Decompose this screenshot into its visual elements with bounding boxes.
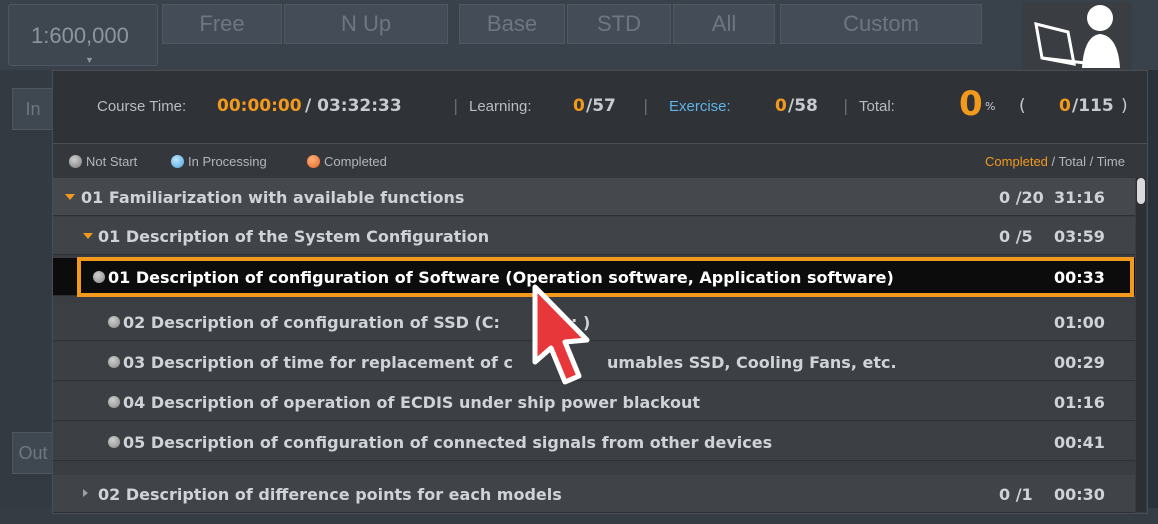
total-done: 0 xyxy=(1059,96,1071,116)
pointer-cursor-icon xyxy=(532,284,590,385)
total-percent: 0 xyxy=(959,84,983,124)
exercise-label: Exercise: xyxy=(669,98,731,115)
exercise-done: 0 xyxy=(775,96,787,116)
std-label: STD xyxy=(597,11,641,36)
subsection-title: 01 Description of the System Configurati… xyxy=(98,227,490,246)
std-button[interactable]: STD xyxy=(567,4,671,44)
subsection-time: 00:30 xyxy=(1054,485,1105,504)
learning-label: Learning: xyxy=(469,98,532,115)
tree-subsection-row[interactable]: 02 Description of difference points for … xyxy=(53,475,1135,513)
scale-value: 1:600,000 xyxy=(31,23,129,48)
top-toolbar: 1:600,000 ▼ Free N Up Base STD All Custo… xyxy=(0,0,1158,70)
caret-right-icon[interactable] xyxy=(83,489,88,497)
caret-down-icon[interactable] xyxy=(83,233,93,239)
orientation-button[interactable]: Free xyxy=(162,4,282,44)
section-title: 01 Familiarization with available functi… xyxy=(81,188,465,207)
lesson-time: 00:33 xyxy=(1054,268,1105,287)
lesson-title: 05 Description of configuration of conne… xyxy=(123,433,773,452)
legend-in-processing: In Processing xyxy=(171,154,267,169)
subsection-time: 03:59 xyxy=(1054,227,1105,246)
legend-completed-label: Completed xyxy=(324,154,387,169)
status-legend: Not Start In Processing Completed Comple… xyxy=(53,144,1147,178)
base-label: Base xyxy=(486,11,538,36)
status-bullet-icon xyxy=(108,356,120,368)
total-all: /115 xyxy=(1072,96,1114,116)
zoom-out-label: Out xyxy=(18,442,48,463)
tree-section-row[interactable]: 01 Familiarization with available functi… xyxy=(53,178,1135,216)
status-bullet-icon xyxy=(108,316,120,328)
separator: | xyxy=(453,96,459,115)
total-label: Total: xyxy=(859,98,895,115)
column-header-completed: Completed xyxy=(985,154,1048,169)
lesson-title: 01 Description of configuration of Softw… xyxy=(108,268,894,287)
legend-completed: Completed xyxy=(307,154,387,169)
scale-selector[interactable]: 1:600,000 ▼ xyxy=(8,4,158,66)
learning-done: 0 xyxy=(573,96,585,116)
legend-in-processing-label: In Processing xyxy=(188,154,267,169)
not-start-dot-icon xyxy=(69,155,82,168)
close-paren: ) xyxy=(1121,96,1128,116)
subsection-title: 02 Description of difference points for … xyxy=(98,485,562,504)
course-summary-bar: Course Time: 00:00:00 / 03:32:33 | Learn… xyxy=(53,71,1147,144)
lesson-title-tail: umables SSD, Cooling Fans, etc. xyxy=(607,353,897,372)
all-label: All xyxy=(711,11,737,36)
percent-sign: % xyxy=(985,100,996,113)
custom-label: Custom xyxy=(843,11,919,36)
lesson-row[interactable]: 05 Description of configuration of conne… xyxy=(53,423,1135,461)
tree-subsection-row[interactable]: 01 Description of the System Configurati… xyxy=(53,217,1135,255)
custom-button[interactable]: Custom xyxy=(780,4,982,44)
course-time-total: / 03:32:33 xyxy=(305,96,402,116)
all-button[interactable]: All xyxy=(673,4,775,44)
scrollbar-thumb[interactable] xyxy=(1137,178,1145,204)
course-time-elapsed: 00:00:00 xyxy=(217,96,302,116)
course-progress-dialog: Course Time: 00:00:00 / 03:32:33 | Learn… xyxy=(52,70,1148,514)
zoom-in-label: In xyxy=(25,98,41,119)
lesson-title: 03 Description of time for replacement o… xyxy=(123,353,514,372)
lesson-time: 00:41 xyxy=(1054,433,1105,452)
zoom-in-button[interactable]: In xyxy=(12,88,54,130)
legend-not-start-label: Not Start xyxy=(86,154,138,169)
course-time-label: Course Time: xyxy=(97,98,187,115)
chevron-down-icon: ▼ xyxy=(85,55,94,65)
exercise-total: /58 xyxy=(788,96,818,116)
subsection-count: 0 /1 xyxy=(999,485,1033,504)
caret-down-icon[interactable] xyxy=(65,194,75,200)
column-header-rest: / Total / Time xyxy=(1047,154,1125,169)
zoom-out-button[interactable]: Out xyxy=(12,432,54,474)
lesson-title: 04 Description of operation of ECDIS und… xyxy=(123,393,700,412)
lesson-time: 00:29 xyxy=(1054,353,1105,372)
section-count: 0 /20 xyxy=(999,188,1044,207)
separator: | xyxy=(843,96,849,115)
column-header: Completed / Total / Time xyxy=(985,154,1125,169)
north-up-label: N Up xyxy=(340,11,392,36)
learning-total: /57 xyxy=(586,96,616,116)
side-panel: In Out xyxy=(0,70,54,524)
north-up-button[interactable]: N Up xyxy=(284,4,448,44)
section-time: 31:16 xyxy=(1054,188,1105,207)
base-button[interactable]: Base xyxy=(459,4,565,44)
user-laptop-icon xyxy=(1022,2,1132,70)
status-bullet-icon xyxy=(93,271,105,283)
completed-dot-icon xyxy=(307,155,320,168)
separator: | xyxy=(643,96,649,115)
open-paren: ( xyxy=(1019,96,1026,116)
lesson-title: 02 Description of configuration of SSD (… xyxy=(123,313,500,332)
scrollbar[interactable] xyxy=(1136,178,1146,512)
orientation-label: Free xyxy=(199,11,245,36)
lesson-time: 01:16 xyxy=(1054,393,1105,412)
subsection-count: 0 /5 xyxy=(999,227,1033,246)
status-bullet-icon xyxy=(108,396,120,408)
legend-not-start: Not Start xyxy=(69,154,137,169)
in-processing-dot-icon xyxy=(171,155,184,168)
lesson-time: 01:00 xyxy=(1054,313,1105,332)
status-bullet-icon xyxy=(108,436,120,448)
